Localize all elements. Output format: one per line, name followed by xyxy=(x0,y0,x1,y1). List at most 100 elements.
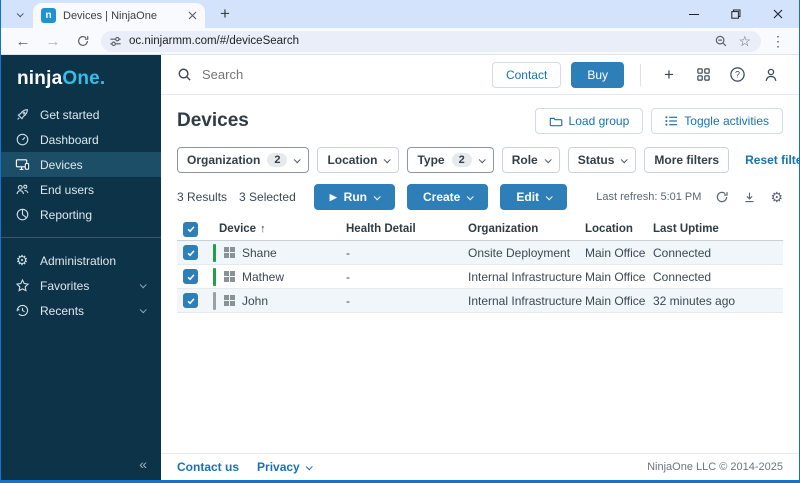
run-button[interactable]: ▶ Run xyxy=(313,184,395,210)
windows-icon xyxy=(224,247,235,258)
table-settings-gear-icon[interactable]: ⚙ xyxy=(770,189,783,206)
folder-icon xyxy=(549,115,563,127)
sidebar-item-administration[interactable]: ⚙ Administration xyxy=(1,248,161,273)
back-icon[interactable]: ← xyxy=(11,29,35,53)
address-bar[interactable]: oc.ninjarmm.com/#/deviceSearch ☆ xyxy=(101,30,761,52)
filter-location[interactable]: Location xyxy=(317,147,400,173)
dashboard-icon xyxy=(14,132,30,147)
chevron-down-icon xyxy=(467,192,475,200)
sidebar-item-favorites[interactable]: Favorites xyxy=(1,273,161,298)
help-icon[interactable]: ? xyxy=(725,63,749,87)
results-count: 3 Results xyxy=(177,190,228,204)
edit-button[interactable]: Edit xyxy=(500,184,568,210)
create-button[interactable]: Create xyxy=(407,184,489,210)
activity-list-icon xyxy=(665,115,678,127)
location-cell: Main Office xyxy=(585,245,646,260)
location-cell: Main Office xyxy=(585,293,646,308)
history-icon xyxy=(14,303,30,318)
restore-button[interactable] xyxy=(715,0,757,28)
filter-status[interactable]: Status xyxy=(567,147,637,173)
site-settings-icon[interactable] xyxy=(109,35,122,48)
gear-icon: ⚙ xyxy=(15,252,29,268)
row-checkbox[interactable] xyxy=(183,269,198,284)
sidebar-item-devices[interactable]: Devices xyxy=(1,152,161,177)
more-filters-button[interactable]: More filters xyxy=(644,147,730,173)
ninjaone-logo: ninjaOne. xyxy=(17,68,106,89)
chevron-down-icon xyxy=(373,192,381,200)
chevron-down-icon xyxy=(544,155,552,163)
organization-cell: Onsite Deployment xyxy=(468,245,571,260)
select-all-checkbox[interactable] xyxy=(183,221,198,237)
buy-button[interactable]: Buy xyxy=(571,61,624,88)
reload-icon[interactable] xyxy=(71,29,95,53)
column-header-health-detail[interactable]: Health Detail xyxy=(346,223,468,235)
chevron-down-icon xyxy=(294,155,302,163)
filter-type[interactable]: Type 2 xyxy=(407,147,494,173)
download-icon[interactable] xyxy=(743,191,756,204)
tab-close-icon[interactable] xyxy=(188,11,197,20)
row-checkbox[interactable] xyxy=(183,293,198,308)
sidebar-item-get-started[interactable]: Get started xyxy=(1,102,161,127)
column-header-device[interactable]: Device ↑ xyxy=(213,223,346,235)
sidebar-item-dashboard[interactable]: Dashboard xyxy=(1,127,161,152)
copyright-text: NinjaOne LLC © 2014-2025 xyxy=(647,461,783,473)
column-header-organization[interactable]: Organization xyxy=(468,223,585,235)
browser-window: n Devices | NinjaOne + ← → oc.ninjarmm.c… xyxy=(0,0,800,483)
device-name: John xyxy=(242,293,269,308)
table-row[interactable]: Mathew - Internal Infrastructure Main Of… xyxy=(177,265,783,289)
health-status-bar xyxy=(213,291,216,310)
collapse-sidebar-icon[interactable]: « xyxy=(1,448,161,480)
filter-organization[interactable]: Organization 2 xyxy=(177,147,310,173)
contact-button[interactable]: Contact xyxy=(491,61,562,88)
apps-grid-icon[interactable] xyxy=(691,63,715,87)
refresh-icon[interactable] xyxy=(715,190,729,204)
forward-icon[interactable]: → xyxy=(41,29,65,53)
device-name: Shane xyxy=(242,245,277,260)
toggle-activities-button[interactable]: Toggle activities xyxy=(651,108,783,134)
bookmark-star-icon[interactable]: ☆ xyxy=(738,33,751,50)
row-checkbox[interactable] xyxy=(183,245,198,260)
last-uptime-cell: Connected xyxy=(653,269,712,284)
add-icon[interactable]: + xyxy=(657,63,681,87)
chevron-down-icon xyxy=(621,155,629,163)
column-header-last-uptime[interactable]: Last Uptime xyxy=(653,223,783,235)
load-group-button[interactable]: Load group xyxy=(534,108,644,134)
table-row[interactable]: Shane - Onsite Deployment Main Office Co… xyxy=(177,241,783,265)
star-icon xyxy=(14,278,30,293)
chevron-down-icon xyxy=(545,192,553,200)
sidebar-item-reporting[interactable]: Reporting xyxy=(1,202,161,227)
account-icon[interactable] xyxy=(759,63,783,87)
browser-tab[interactable]: n Devices | NinjaOne xyxy=(33,3,205,28)
chrome-menu-icon[interactable]: ⋮ xyxy=(767,33,789,50)
sidebar-item-recents[interactable]: Recents xyxy=(1,298,161,323)
search-icon xyxy=(177,67,192,82)
organization-cell: Internal Infrastructure xyxy=(468,293,583,308)
table-row[interactable]: John - Internal Infrastructure Main Offi… xyxy=(177,289,783,313)
reset-filters-link[interactable]: Reset filters xyxy=(745,153,799,167)
minimize-button[interactable] xyxy=(673,0,715,28)
chevron-down-icon xyxy=(305,462,313,470)
privacy-link[interactable]: Privacy xyxy=(257,460,313,474)
svg-text:?: ? xyxy=(735,70,740,80)
health-detail-cell: - xyxy=(346,245,350,260)
tab-title: Devices | NinjaOne xyxy=(63,9,157,22)
column-header-location[interactable]: Location xyxy=(585,223,653,235)
windows-icon xyxy=(224,271,235,282)
sidebar-divider xyxy=(1,237,161,238)
location-cell: Main Office xyxy=(585,269,646,284)
close-window-button[interactable] xyxy=(757,0,799,28)
table-header-row: Device ↑ Health Detail Organization Loca… xyxy=(177,218,783,241)
chevron-down-icon xyxy=(139,306,147,314)
filter-role[interactable]: Role xyxy=(501,147,560,173)
contact-us-link[interactable]: Contact us xyxy=(177,460,239,474)
chevron-down-icon xyxy=(139,281,147,289)
filter-count-badge: 2 xyxy=(267,153,288,167)
device-name: Mathew xyxy=(242,269,285,284)
zoom-icon[interactable] xyxy=(714,34,728,48)
global-search-input[interactable] xyxy=(202,67,482,82)
tab-search-chevron-icon[interactable] xyxy=(7,2,31,26)
sidebar-item-end-users[interactable]: End users xyxy=(1,177,161,202)
url-text: oc.ninjarmm.com/#/deviceSearch xyxy=(129,35,300,47)
windows-icon xyxy=(224,295,235,306)
new-tab-button[interactable]: + xyxy=(213,2,237,26)
